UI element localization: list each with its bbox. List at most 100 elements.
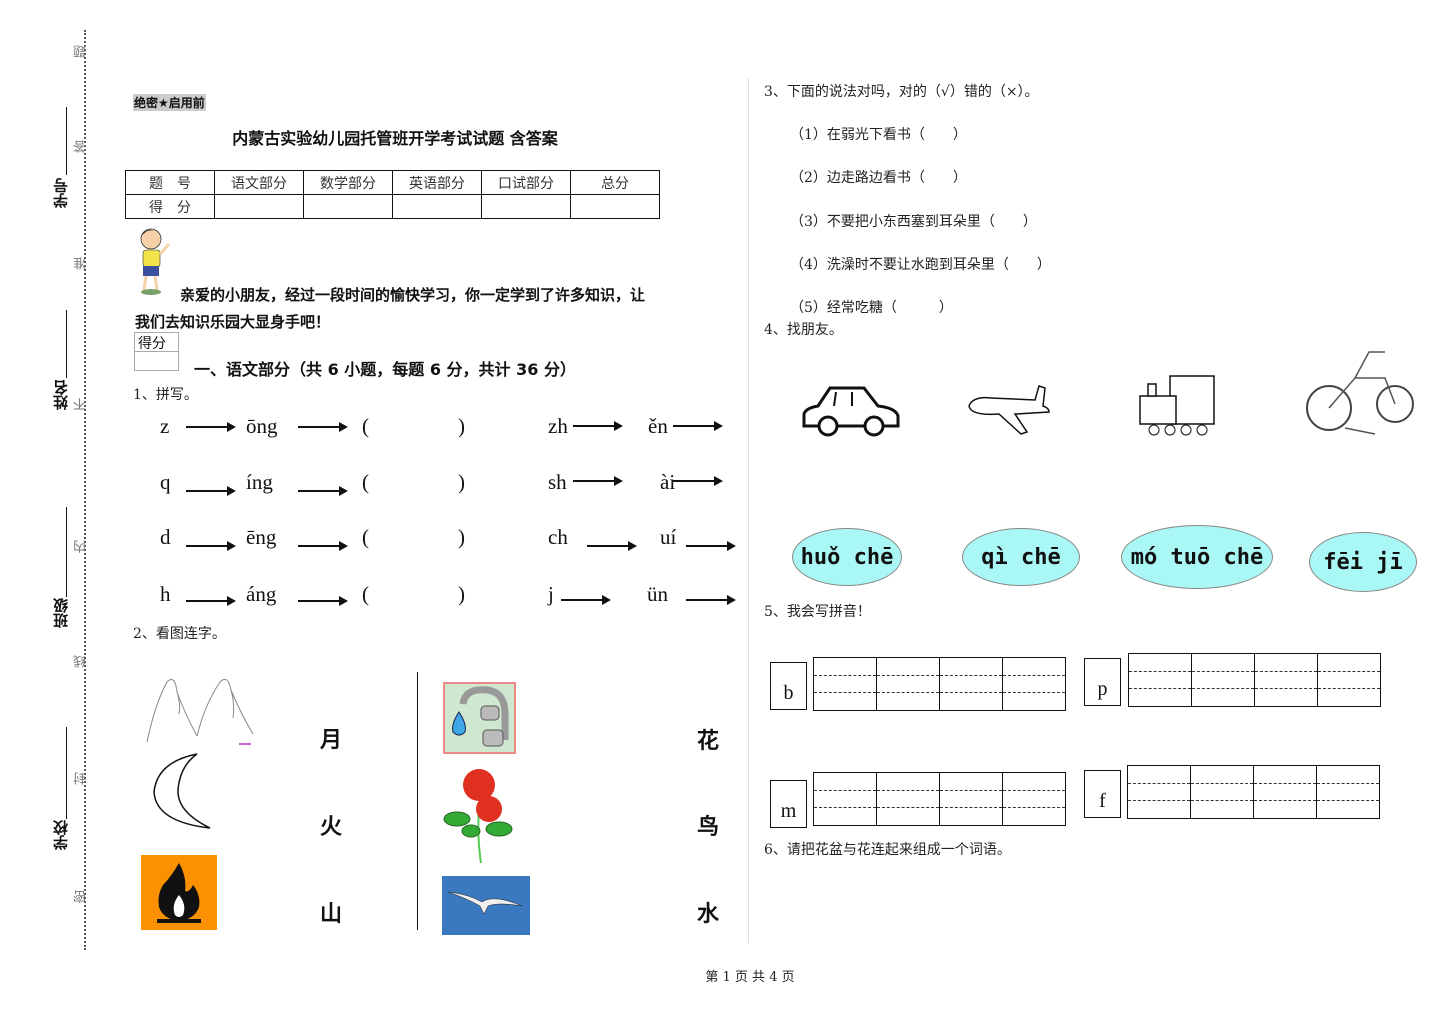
pinyin-letter-box: f: [1084, 770, 1121, 818]
pinyin-final: ài: [660, 470, 676, 494]
pinyin-letter-box: m: [770, 780, 807, 828]
open-paren: (: [362, 582, 369, 606]
question-5-label: 5、我会写拼音！: [764, 604, 871, 620]
writing-grid[interactable]: [1127, 765, 1380, 819]
char-option[interactable]: 鸟: [697, 809, 719, 841]
car-image: [802, 386, 900, 437]
section-title: 一、语文部分（共 6 小题，每题 6 分，共计 36 分）: [194, 360, 576, 379]
writing-grid[interactable]: [1128, 653, 1381, 707]
writing-cell[interactable]: [1190, 766, 1253, 818]
score-input-cell[interactable]: [214, 194, 304, 219]
answer-blank[interactable]: [374, 582, 454, 608]
judgment-item[interactable]: （3）不要把小东西塞到耳朵里（ ）: [790, 211, 1037, 231]
question-1-label: 1、拼写。: [133, 387, 198, 403]
writing-cell[interactable]: [1002, 658, 1065, 710]
char-option[interactable]: 花: [697, 723, 719, 755]
student-id-line[interactable]: [66, 107, 67, 175]
moon-image: [153, 753, 211, 829]
writing-cell[interactable]: [876, 773, 939, 825]
pinyin-final: ěn: [648, 414, 668, 438]
judgment-item[interactable]: （1）在弱光下看书（ ）: [790, 124, 967, 144]
pinyin-bubble[interactable]: fēi jī: [1309, 532, 1417, 592]
name-label: 姓名: [52, 380, 70, 410]
score-table-cell: 语文部分: [214, 170, 304, 195]
writing-cell[interactable]: [1316, 766, 1379, 818]
arrow-icon: [561, 595, 611, 605]
writing-grid[interactable]: [813, 772, 1066, 826]
score-input-cell[interactable]: [303, 194, 393, 219]
faucet-water-image: [443, 682, 516, 754]
score-input-cell[interactable]: [392, 194, 482, 219]
char-option[interactable]: 山: [320, 896, 342, 928]
pinyin-final: áng: [246, 582, 277, 606]
binding-dotted-line: [84, 30, 86, 950]
score-table-header-row: 题 号 语文部分 数学部分 英语部分 口试部分 总分: [125, 170, 660, 195]
answer-blank[interactable]: [374, 525, 454, 551]
writing-cell[interactable]: [1191, 654, 1254, 706]
seal-char: 不: [74, 398, 89, 411]
arrow-icon: [686, 541, 736, 551]
char-option[interactable]: 水: [697, 896, 719, 928]
close-paren: ): [458, 525, 465, 549]
char-option[interactable]: 月: [320, 722, 342, 754]
name-line[interactable]: [66, 310, 67, 378]
class-label: 班级: [52, 598, 70, 628]
intro-line-2: 我们去知识乐园大显身手吧！: [135, 313, 331, 331]
judgment-item[interactable]: （4）洗澡时不要让水跑到耳朵里（ ）: [790, 254, 1051, 274]
bird-image: [442, 876, 530, 935]
motorcycle-image: [1306, 351, 1414, 435]
answer-blank[interactable]: [374, 414, 454, 440]
arrow-icon: [573, 421, 623, 431]
writing-cell[interactable]: [1254, 654, 1317, 706]
arrow-icon: [186, 422, 236, 432]
seal-char: 封: [74, 772, 89, 785]
writing-cell[interactable]: [1129, 654, 1191, 706]
seal-char: 线: [74, 655, 89, 668]
intro-text: 亲爱的小朋友，经过一段时间的愉快学习，你一定学到了许多知识，让 我们去知识乐园大…: [135, 282, 705, 336]
judgment-item[interactable]: （2）边走路边看书（ ）: [790, 167, 967, 187]
school-line[interactable]: [66, 727, 67, 819]
writing-cell[interactable]: [814, 658, 876, 710]
writing-cell[interactable]: [876, 658, 939, 710]
pinyin-initial: ch: [548, 525, 568, 549]
writing-cell[interactable]: [1317, 654, 1380, 706]
writing-cell[interactable]: [1002, 773, 1065, 825]
score-table-score-row: 得 分: [125, 194, 660, 219]
class-line[interactable]: [66, 507, 67, 597]
arrow-icon: [298, 596, 348, 606]
pinyin-final: ēng: [246, 525, 277, 549]
writing-cell[interactable]: [1253, 766, 1316, 818]
mountain-image: [146, 678, 254, 745]
close-paren: ): [458, 470, 465, 494]
pinyin-bubble[interactable]: huǒ chē: [792, 528, 902, 586]
score-input-cell[interactable]: [481, 194, 571, 219]
seal-char: 密: [74, 890, 89, 903]
close-paren: ): [458, 582, 465, 606]
answer-blank[interactable]: [374, 470, 454, 496]
pinyin-bubble[interactable]: qì chē: [962, 528, 1080, 586]
pinyin-bubble[interactable]: mó tuō chē: [1121, 525, 1273, 589]
writing-grid[interactable]: [813, 657, 1066, 711]
pinyin-final: ōng: [246, 414, 278, 438]
intro-line-1: 亲爱的小朋友，经过一段时间的愉快学习，你一定学到了许多知识，让: [180, 286, 646, 304]
arrow-icon: [673, 421, 723, 431]
writing-cell[interactable]: [814, 773, 876, 825]
arrow-icon: [587, 541, 637, 551]
score-table-cell: 数学部分: [303, 170, 393, 195]
score-input-cell[interactable]: [570, 194, 660, 219]
writing-cell[interactable]: [939, 658, 1002, 710]
writing-cell[interactable]: [939, 773, 1002, 825]
arrow-icon: [673, 476, 723, 486]
pinyin-initial: q: [160, 470, 171, 494]
seal-char: 题: [74, 45, 89, 58]
arrow-icon: [573, 476, 623, 486]
open-paren: (: [362, 470, 369, 494]
fire-image: [141, 855, 217, 930]
arrow-icon: [298, 541, 348, 551]
writing-cell[interactable]: [1128, 766, 1190, 818]
score-table: 题 号 语文部分 数学部分 英语部分 口试部分 总分 得 分: [125, 170, 660, 219]
page-title: 内蒙古实验幼儿园托管班开学考试试题 含答案: [232, 129, 558, 148]
char-option[interactable]: 火: [320, 809, 342, 841]
score-box-input[interactable]: [135, 351, 178, 370]
judgment-item[interactable]: （5）经常吃糖（ ）: [790, 297, 953, 317]
